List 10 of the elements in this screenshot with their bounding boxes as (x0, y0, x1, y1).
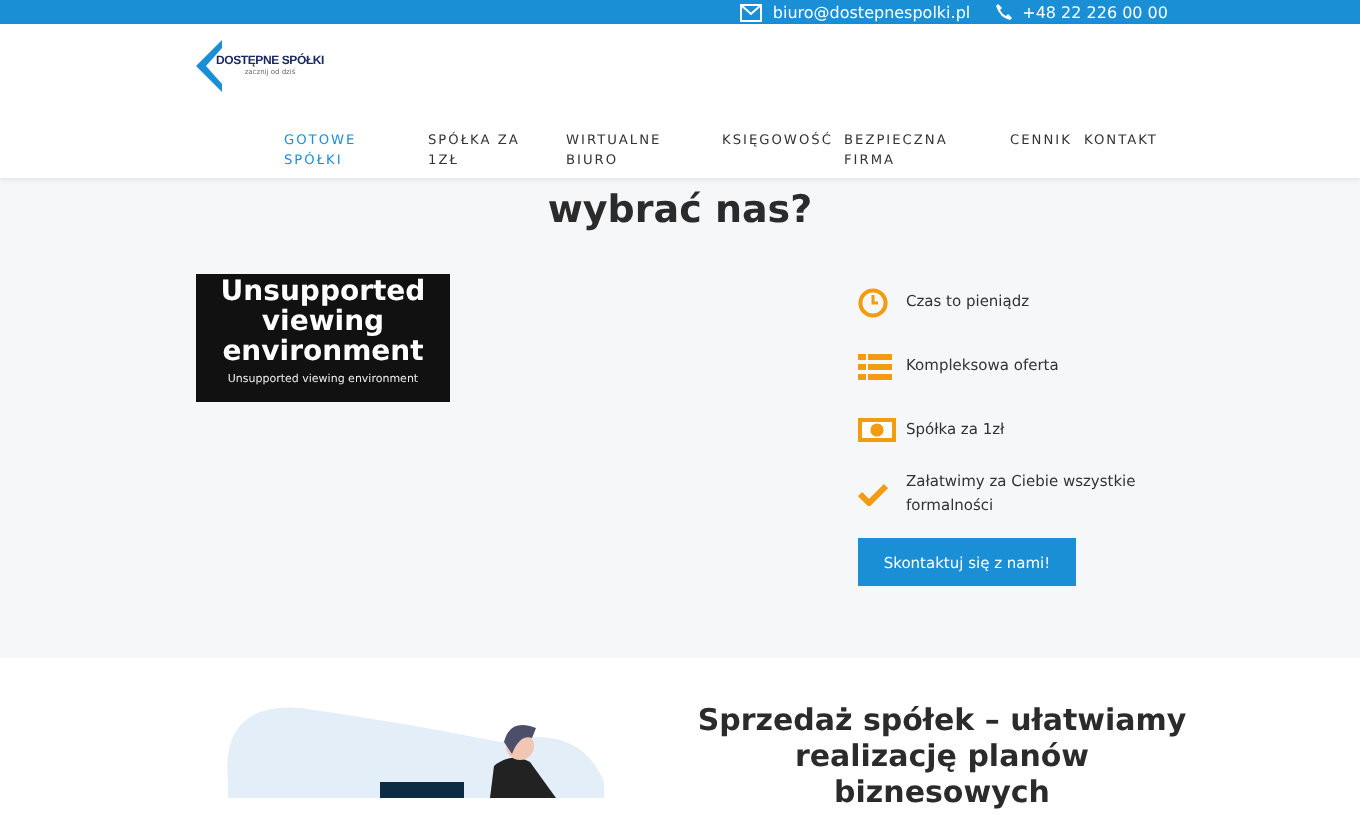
list-icon (858, 353, 892, 379)
banknote-icon (858, 418, 896, 442)
email-link[interactable]: biuro@dostepnespolki.pl (772, 3, 971, 21)
video-message: Unsupported viewing environment (218, 278, 428, 368)
section-heading: Sprzedaż spółek – ułatwiamy realizację planów biznesowych (695, 702, 1189, 810)
clock-icon (858, 287, 888, 317)
phone-icon (996, 4, 1013, 20)
phone-link[interactable]: +48 22 226 00 00 (1022, 3, 1168, 21)
checkmark-icon (858, 482, 888, 506)
section-heading: wybrać nas? (545, 186, 815, 234)
